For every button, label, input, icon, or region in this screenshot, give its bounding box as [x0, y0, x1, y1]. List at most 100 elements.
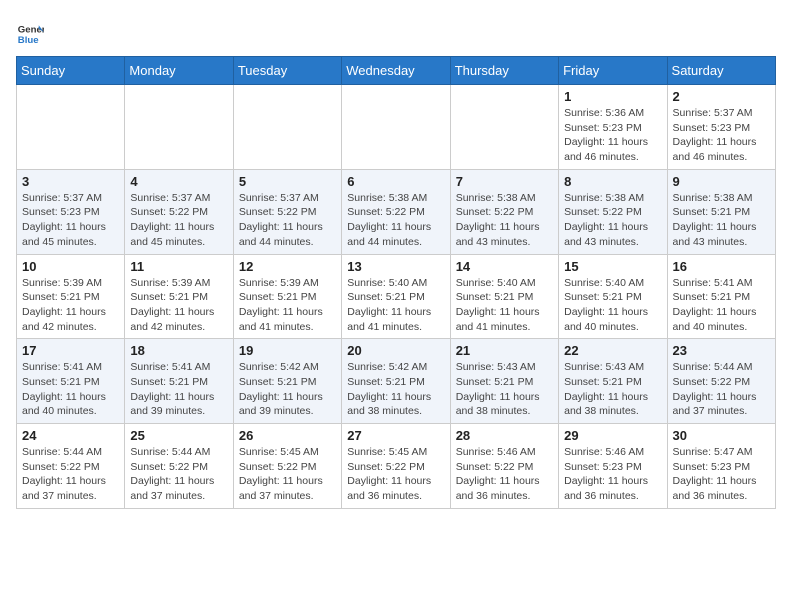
- calendar-cell: 22 Sunrise: 5:43 AM Sunset: 5:21 PM Dayli…: [559, 339, 667, 424]
- day-number: 25: [130, 428, 227, 443]
- calendar-week-row: 1Sunrise: 5:36 AM Sunset: 5:23 PM Daylig…: [17, 85, 776, 170]
- calendar-cell: [17, 85, 125, 170]
- day-number: 28: [456, 428, 553, 443]
- day-info: Sunrise: 5:44 AM Sunset: 5:22 PM Dayligh…: [673, 360, 770, 419]
- day-info: Sunrise: 5:46 AM Sunset: 5:23 PM Dayligh…: [564, 445, 661, 504]
- day-number: 11: [130, 259, 227, 274]
- day-info: Sunrise: 5:43 AM Sunset: 5:21 PM Dayligh…: [456, 360, 553, 419]
- day-info: Sunrise: 5:44 AM Sunset: 5:22 PM Dayligh…: [22, 445, 119, 504]
- calendar-cell: 21Sunrise: 5:43 AM Sunset: 5:21 PM Dayli…: [450, 339, 558, 424]
- calendar-cell: 10Sunrise: 5:39 AM Sunset: 5:21 PM Dayli…: [17, 254, 125, 339]
- calendar-week-row: 3 Sunrise: 5:37 AM Sunset: 5:23 PM Daylig…: [17, 169, 776, 254]
- calendar-week-row: 24Sunrise: 5:44 AM Sunset: 5:22 PM Dayli…: [17, 424, 776, 509]
- day-number: 27: [347, 428, 444, 443]
- calendar-cell: 14 Sunrise: 5:40 AM Sunset: 5:21 PM Dayli…: [450, 254, 558, 339]
- calendar-cell: 23 Sunrise: 5:44 AM Sunset: 5:22 PM Dayli…: [667, 339, 775, 424]
- calendar-cell: 12 Sunrise: 5:39 AM Sunset: 5:21 PM Dayli…: [233, 254, 341, 339]
- calendar-cell: 11Sunrise: 5:39 AM Sunset: 5:21 PM Dayli…: [125, 254, 233, 339]
- calendar-cell: 29 Sunrise: 5:46 AM Sunset: 5:23 PM Dayli…: [559, 424, 667, 509]
- day-number: 6: [347, 174, 444, 189]
- day-info: Sunrise: 5:37 AM Sunset: 5:22 PM Dayligh…: [130, 191, 227, 250]
- calendar-cell: 15 Sunrise: 5:40 AM Sunset: 5:21 PM Dayli…: [559, 254, 667, 339]
- calendar-cell: 1Sunrise: 5:36 AM Sunset: 5:23 PM Daylig…: [559, 85, 667, 170]
- day-info: Sunrise: 5:38 AM Sunset: 5:21 PM Dayligh…: [673, 191, 770, 250]
- day-number: 29: [564, 428, 661, 443]
- day-number: 13: [347, 259, 444, 274]
- day-number: 7: [456, 174, 553, 189]
- day-info: Sunrise: 5:40 AM Sunset: 5:21 PM Dayligh…: [564, 276, 661, 335]
- day-number: 15: [564, 259, 661, 274]
- calendar-cell: 9 Sunrise: 5:38 AM Sunset: 5:21 PM Daylig…: [667, 169, 775, 254]
- day-number: 5: [239, 174, 336, 189]
- calendar-cell: 28 Sunrise: 5:46 AM Sunset: 5:22 PM Dayli…: [450, 424, 558, 509]
- calendar-cell: 13Sunrise: 5:40 AM Sunset: 5:21 PM Dayli…: [342, 254, 450, 339]
- day-info: Sunrise: 5:36 AM Sunset: 5:23 PM Dayligh…: [564, 106, 661, 165]
- day-info: Sunrise: 5:38 AM Sunset: 5:22 PM Dayligh…: [564, 191, 661, 250]
- day-info: Sunrise: 5:41 AM Sunset: 5:21 PM Dayligh…: [673, 276, 770, 335]
- day-number: 3: [22, 174, 119, 189]
- calendar-header-row: SundayMondayTuesdayWednesdayThursdayFrid…: [17, 57, 776, 85]
- day-number: 8: [564, 174, 661, 189]
- svg-text:General: General: [18, 24, 44, 35]
- calendar-cell: [342, 85, 450, 170]
- day-number: 12: [239, 259, 336, 274]
- day-info: Sunrise: 5:47 AM Sunset: 5:23 PM Dayligh…: [673, 445, 770, 504]
- day-number: 9: [673, 174, 770, 189]
- logo-icon: General Blue: [16, 20, 44, 48]
- logo: General Blue: [16, 20, 44, 48]
- day-number: 19: [239, 343, 336, 358]
- calendar-cell: 16 Sunrise: 5:41 AM Sunset: 5:21 PM Dayli…: [667, 254, 775, 339]
- day-info: Sunrise: 5:37 AM Sunset: 5:23 PM Dayligh…: [673, 106, 770, 165]
- calendar-cell: 5 Sunrise: 5:37 AM Sunset: 5:22 PM Daylig…: [233, 169, 341, 254]
- day-info: Sunrise: 5:42 AM Sunset: 5:21 PM Dayligh…: [347, 360, 444, 419]
- day-info: Sunrise: 5:45 AM Sunset: 5:22 PM Dayligh…: [347, 445, 444, 504]
- calendar-cell: 19 Sunrise: 5:42 AM Sunset: 5:21 PM Dayli…: [233, 339, 341, 424]
- day-info: Sunrise: 5:45 AM Sunset: 5:22 PM Dayligh…: [239, 445, 336, 504]
- calendar-cell: [125, 85, 233, 170]
- day-info: Sunrise: 5:37 AM Sunset: 5:22 PM Dayligh…: [239, 191, 336, 250]
- calendar-cell: 2Sunrise: 5:37 AM Sunset: 5:23 PM Daylig…: [667, 85, 775, 170]
- day-number: 14: [456, 259, 553, 274]
- calendar-cell: 7 Sunrise: 5:38 AM Sunset: 5:22 PM Daylig…: [450, 169, 558, 254]
- day-info: Sunrise: 5:39 AM Sunset: 5:21 PM Dayligh…: [22, 276, 119, 335]
- svg-text:Blue: Blue: [18, 35, 39, 46]
- day-info: Sunrise: 5:40 AM Sunset: 5:21 PM Dayligh…: [456, 276, 553, 335]
- calendar-table: SundayMondayTuesdayWednesdayThursdayFrid…: [16, 56, 776, 509]
- calendar-cell: 18Sunrise: 5:41 AM Sunset: 5:21 PM Dayli…: [125, 339, 233, 424]
- calendar-week-row: 17Sunrise: 5:41 AM Sunset: 5:21 PM Dayli…: [17, 339, 776, 424]
- calendar-cell: [450, 85, 558, 170]
- calendar-cell: 6 Sunrise: 5:38 AM Sunset: 5:22 PM Daylig…: [342, 169, 450, 254]
- day-number: 4: [130, 174, 227, 189]
- calendar-cell: 26Sunrise: 5:45 AM Sunset: 5:22 PM Dayli…: [233, 424, 341, 509]
- page-header: General Blue: [16, 16, 776, 48]
- calendar-cell: 4 Sunrise: 5:37 AM Sunset: 5:22 PM Daylig…: [125, 169, 233, 254]
- weekday-header: Wednesday: [342, 57, 450, 85]
- day-info: Sunrise: 5:38 AM Sunset: 5:22 PM Dayligh…: [347, 191, 444, 250]
- day-number: 23: [673, 343, 770, 358]
- day-info: Sunrise: 5:38 AM Sunset: 5:22 PM Dayligh…: [456, 191, 553, 250]
- calendar-cell: 8 Sunrise: 5:38 AM Sunset: 5:22 PM Daylig…: [559, 169, 667, 254]
- calendar-cell: 24Sunrise: 5:44 AM Sunset: 5:22 PM Dayli…: [17, 424, 125, 509]
- day-info: Sunrise: 5:37 AM Sunset: 5:23 PM Dayligh…: [22, 191, 119, 250]
- calendar-cell: 30 Sunrise: 5:47 AM Sunset: 5:23 PM Dayli…: [667, 424, 775, 509]
- day-info: Sunrise: 5:44 AM Sunset: 5:22 PM Dayligh…: [130, 445, 227, 504]
- day-number: 18: [130, 343, 227, 358]
- weekday-header: Tuesday: [233, 57, 341, 85]
- day-info: Sunrise: 5:42 AM Sunset: 5:21 PM Dayligh…: [239, 360, 336, 419]
- day-number: 30: [673, 428, 770, 443]
- day-number: 16: [673, 259, 770, 274]
- weekday-header: Monday: [125, 57, 233, 85]
- day-info: Sunrise: 5:39 AM Sunset: 5:21 PM Dayligh…: [239, 276, 336, 335]
- calendar-cell: 20 Sunrise: 5:42 AM Sunset: 5:21 PM Dayli…: [342, 339, 450, 424]
- calendar-cell: 25 Sunrise: 5:44 AM Sunset: 5:22 PM Dayli…: [125, 424, 233, 509]
- day-number: 22: [564, 343, 661, 358]
- day-info: Sunrise: 5:43 AM Sunset: 5:21 PM Dayligh…: [564, 360, 661, 419]
- weekday-header: Friday: [559, 57, 667, 85]
- day-info: Sunrise: 5:46 AM Sunset: 5:22 PM Dayligh…: [456, 445, 553, 504]
- weekday-header: Thursday: [450, 57, 558, 85]
- calendar-cell: 3 Sunrise: 5:37 AM Sunset: 5:23 PM Daylig…: [17, 169, 125, 254]
- calendar-cell: 27 Sunrise: 5:45 AM Sunset: 5:22 PM Dayli…: [342, 424, 450, 509]
- day-number: 20: [347, 343, 444, 358]
- calendar-week-row: 10Sunrise: 5:39 AM Sunset: 5:21 PM Dayli…: [17, 254, 776, 339]
- weekday-header: Saturday: [667, 57, 775, 85]
